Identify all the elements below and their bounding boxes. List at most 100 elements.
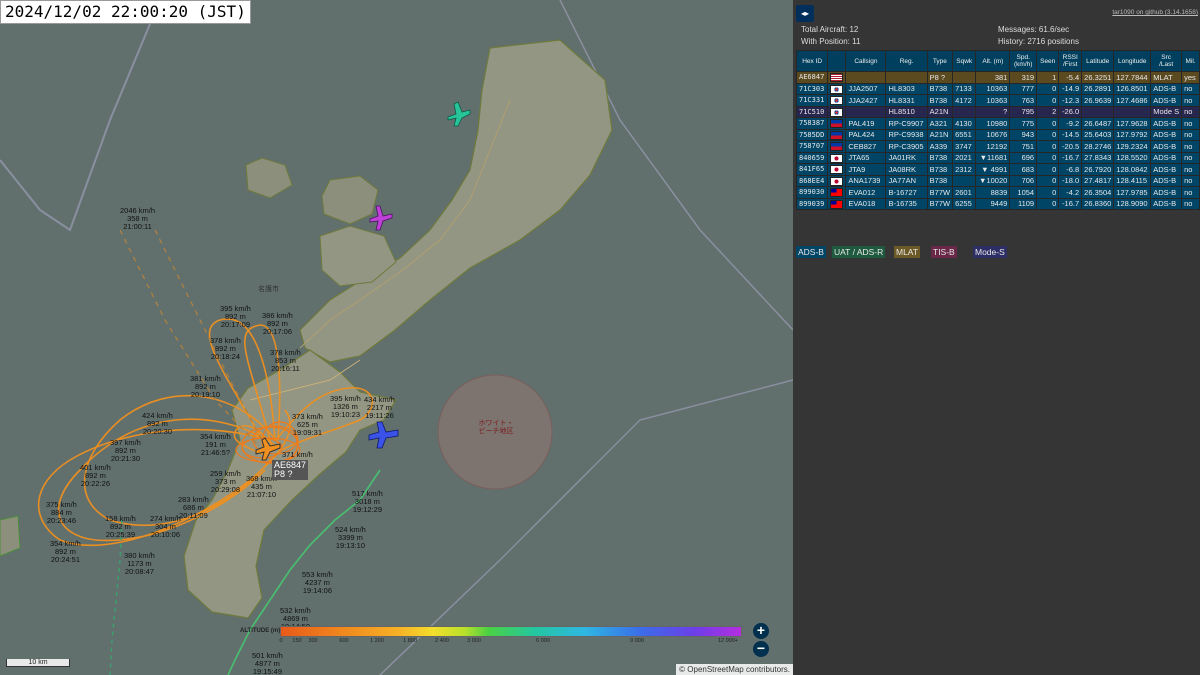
table-row[interactable]: 899030 EVA012 B-16727 B77W 2601 8839 1054 0 -4.2…: [795, 186, 1200, 199]
table-row[interactable]: 71C510 HL8510 A21N? 795 2 -26.0 Mode Sno: [795, 105, 1200, 118]
ph-flag-icon: [830, 119, 844, 128]
with-position: With Position: 11: [801, 37, 861, 46]
col-reg[interactable]: Reg.: [885, 50, 928, 72]
source-legend-mlat: MLAT: [894, 246, 921, 258]
cell-spd: 683: [1009, 163, 1038, 176]
col-rssi[interactable]: RSSI /First: [1058, 50, 1083, 72]
altitude-legend: ALTITUDE (m) 0 150 300 600 1 200 1 800 2…: [240, 624, 745, 650]
cell-mil: no: [1181, 117, 1200, 130]
col-callsign[interactable]: Callsign: [845, 50, 887, 72]
cell-lat: 26.3251: [1081, 71, 1115, 84]
cell-src: MLAT: [1150, 71, 1183, 84]
place-label: 名護市: [258, 286, 279, 293]
cell-reg: B-16735: [885, 197, 928, 210]
col-military[interactable]: Mil.: [1181, 50, 1200, 72]
cell-alt: 12192: [975, 140, 1011, 153]
cell-mil: no: [1181, 186, 1200, 199]
selected-aircraft-label[interactable]: AE6847 P8 ?: [272, 460, 309, 480]
track-label: 517 km/h 3018 m 19:12:29: [352, 489, 383, 514]
cell-spd: 777: [1009, 82, 1038, 95]
track-label: 386 km/h 892 m 20:17:06: [262, 311, 293, 336]
col-hex[interactable]: Hex ID: [795, 50, 829, 72]
cell-reg: [885, 71, 928, 84]
cell-spd: 943: [1009, 128, 1038, 141]
cell-seen: 0: [1036, 197, 1060, 210]
cell-reg: HL8331: [885, 94, 928, 107]
cell-lon: 128.0842: [1113, 163, 1152, 176]
cell-lon: 127.7844: [1113, 71, 1152, 84]
cell-hex: 899039: [795, 197, 829, 210]
flag-icon: [827, 71, 847, 84]
col-squawk[interactable]: Sqwk: [952, 50, 977, 72]
table-row[interactable]: 71C331 JJA2427 HL8331 B738 4172 10363 763 0 -12.…: [795, 94, 1200, 107]
cell-spd: 706: [1009, 174, 1038, 187]
source-legend-ads-b: ADS-B: [796, 246, 826, 258]
cell-rssi: -4.2: [1058, 186, 1083, 199]
table-row[interactable]: 71C303 JJA2507 HL8303 B738 7133 10363 777 0 -14.…: [795, 82, 1200, 95]
col-speed[interactable]: Spd. (km/h): [1009, 50, 1038, 72]
cell-lat: 28.2746: [1081, 140, 1115, 153]
cell-seen: 0: [1036, 94, 1060, 107]
cell-reg: RP-C9938: [885, 128, 928, 141]
col-type[interactable]: Type: [926, 50, 954, 72]
cell-mil: no: [1181, 128, 1200, 141]
zoom-in-button[interactable]: +: [753, 623, 769, 639]
map-view[interactable]: 2024/12/02 22:00:20 (JST) 2046 km/h 358 m…: [0, 0, 793, 675]
cell-sqwk: 6551: [952, 128, 977, 141]
cell-src: ADS-B: [1150, 163, 1183, 176]
col-flag[interactable]: [827, 50, 847, 72]
kr-flag-icon: [830, 84, 844, 94]
col-source[interactable]: Src /Last: [1150, 50, 1183, 72]
table-row[interactable]: AE6847 P8 ? 381 319 1 -5.4 26.3251 127.7844 MLAT…: [795, 71, 1200, 84]
jp-flag-icon: [830, 165, 844, 174]
col-altitude[interactable]: Alt. (m): [975, 50, 1011, 72]
table-row[interactable]: 758387 PAL419 RP-C9907 A321 4130 10980 775 0 -9.…: [795, 117, 1200, 130]
cell-src: ADS-B: [1150, 174, 1183, 187]
cell-callsign: PAL419: [845, 117, 887, 130]
cell-mil: no: [1181, 140, 1200, 153]
panel-toggle-button[interactable]: ◂▸: [796, 5, 814, 22]
osm-attribution[interactable]: © OpenStreetMap contributors.: [676, 664, 793, 675]
table-row[interactable]: 758707 CEB827 RP-C3905 A339 3747 12192 751 0 -20…: [795, 140, 1200, 153]
cell-seen: 0: [1036, 140, 1060, 153]
table-row[interactable]: 840659 JTA65 JA01RK B738 2021 ▼11681 696 0 -16.7…: [795, 151, 1200, 164]
track-label: 283 km/h 686 m 20:11:09: [178, 495, 209, 520]
flag-icon: [827, 186, 847, 199]
flag-icon: [827, 117, 847, 130]
cell-spd: 1054: [1009, 186, 1038, 199]
table-row[interactable]: 899039 EVA018 B-16735 B77W 6255 9449 1109 0 -16.…: [795, 197, 1200, 210]
cell-lat: 25.6403: [1081, 128, 1115, 141]
cell-alt: ?: [975, 105, 1011, 118]
cell-type: P8 ?: [926, 71, 954, 84]
altitude-tick: 1 800: [403, 638, 417, 644]
cell-src: ADS-B: [1150, 186, 1183, 199]
cell-lon: [1113, 105, 1152, 118]
cell-reg: JA01RK: [885, 151, 928, 164]
zoom-out-button[interactable]: −: [753, 641, 769, 657]
cell-type: A321: [926, 117, 954, 130]
col-longitude[interactable]: Longitude: [1113, 50, 1152, 72]
track-label: 553 km/h 4237 m 19:14:06: [302, 570, 333, 595]
cell-sqwk: [952, 71, 977, 84]
col-latitude[interactable]: Latitude: [1081, 50, 1115, 72]
timestamp: 2024/12/02 22:00:20 (JST): [0, 0, 251, 24]
cell-lon: 129.2324: [1113, 140, 1152, 153]
cell-lat: 27.8343: [1081, 151, 1115, 164]
track-label: 274 km/h 304 m 20:10:06: [150, 514, 181, 539]
cell-mil: no: [1181, 82, 1200, 95]
altitude-color-bar: [280, 626, 742, 637]
source-legend-tis-b: TIS-B: [931, 246, 957, 258]
table-row[interactable]: 7585DD PAL424 RP-C9938 A21N 6551 10676 943 0 -14…: [795, 128, 1200, 141]
github-link[interactable]: tar1090 on github (3.14.1658): [1112, 9, 1198, 16]
cell-sqwk: 3747: [952, 140, 977, 153]
cell-hex: 71C331: [795, 94, 829, 107]
map-canvas: [0, 0, 793, 675]
cell-lon: 128.9090: [1113, 197, 1152, 210]
col-seen[interactable]: Seen: [1036, 50, 1060, 72]
cell-lon: 127.9792: [1113, 128, 1152, 141]
scale-bar: 10 km: [6, 659, 70, 667]
altitude-tick: 2 400: [435, 638, 449, 644]
table-row[interactable]: 868EE4 ANA1739 JA77AN B738 ▼10020 706 0 -18.0 27…: [795, 174, 1200, 187]
table-row[interactable]: 841F65 JTA9 JA08RK B738 2312 ▼ 4991 683 0 -6.8 26…: [795, 163, 1200, 176]
cell-sqwk: 2312: [952, 163, 977, 176]
